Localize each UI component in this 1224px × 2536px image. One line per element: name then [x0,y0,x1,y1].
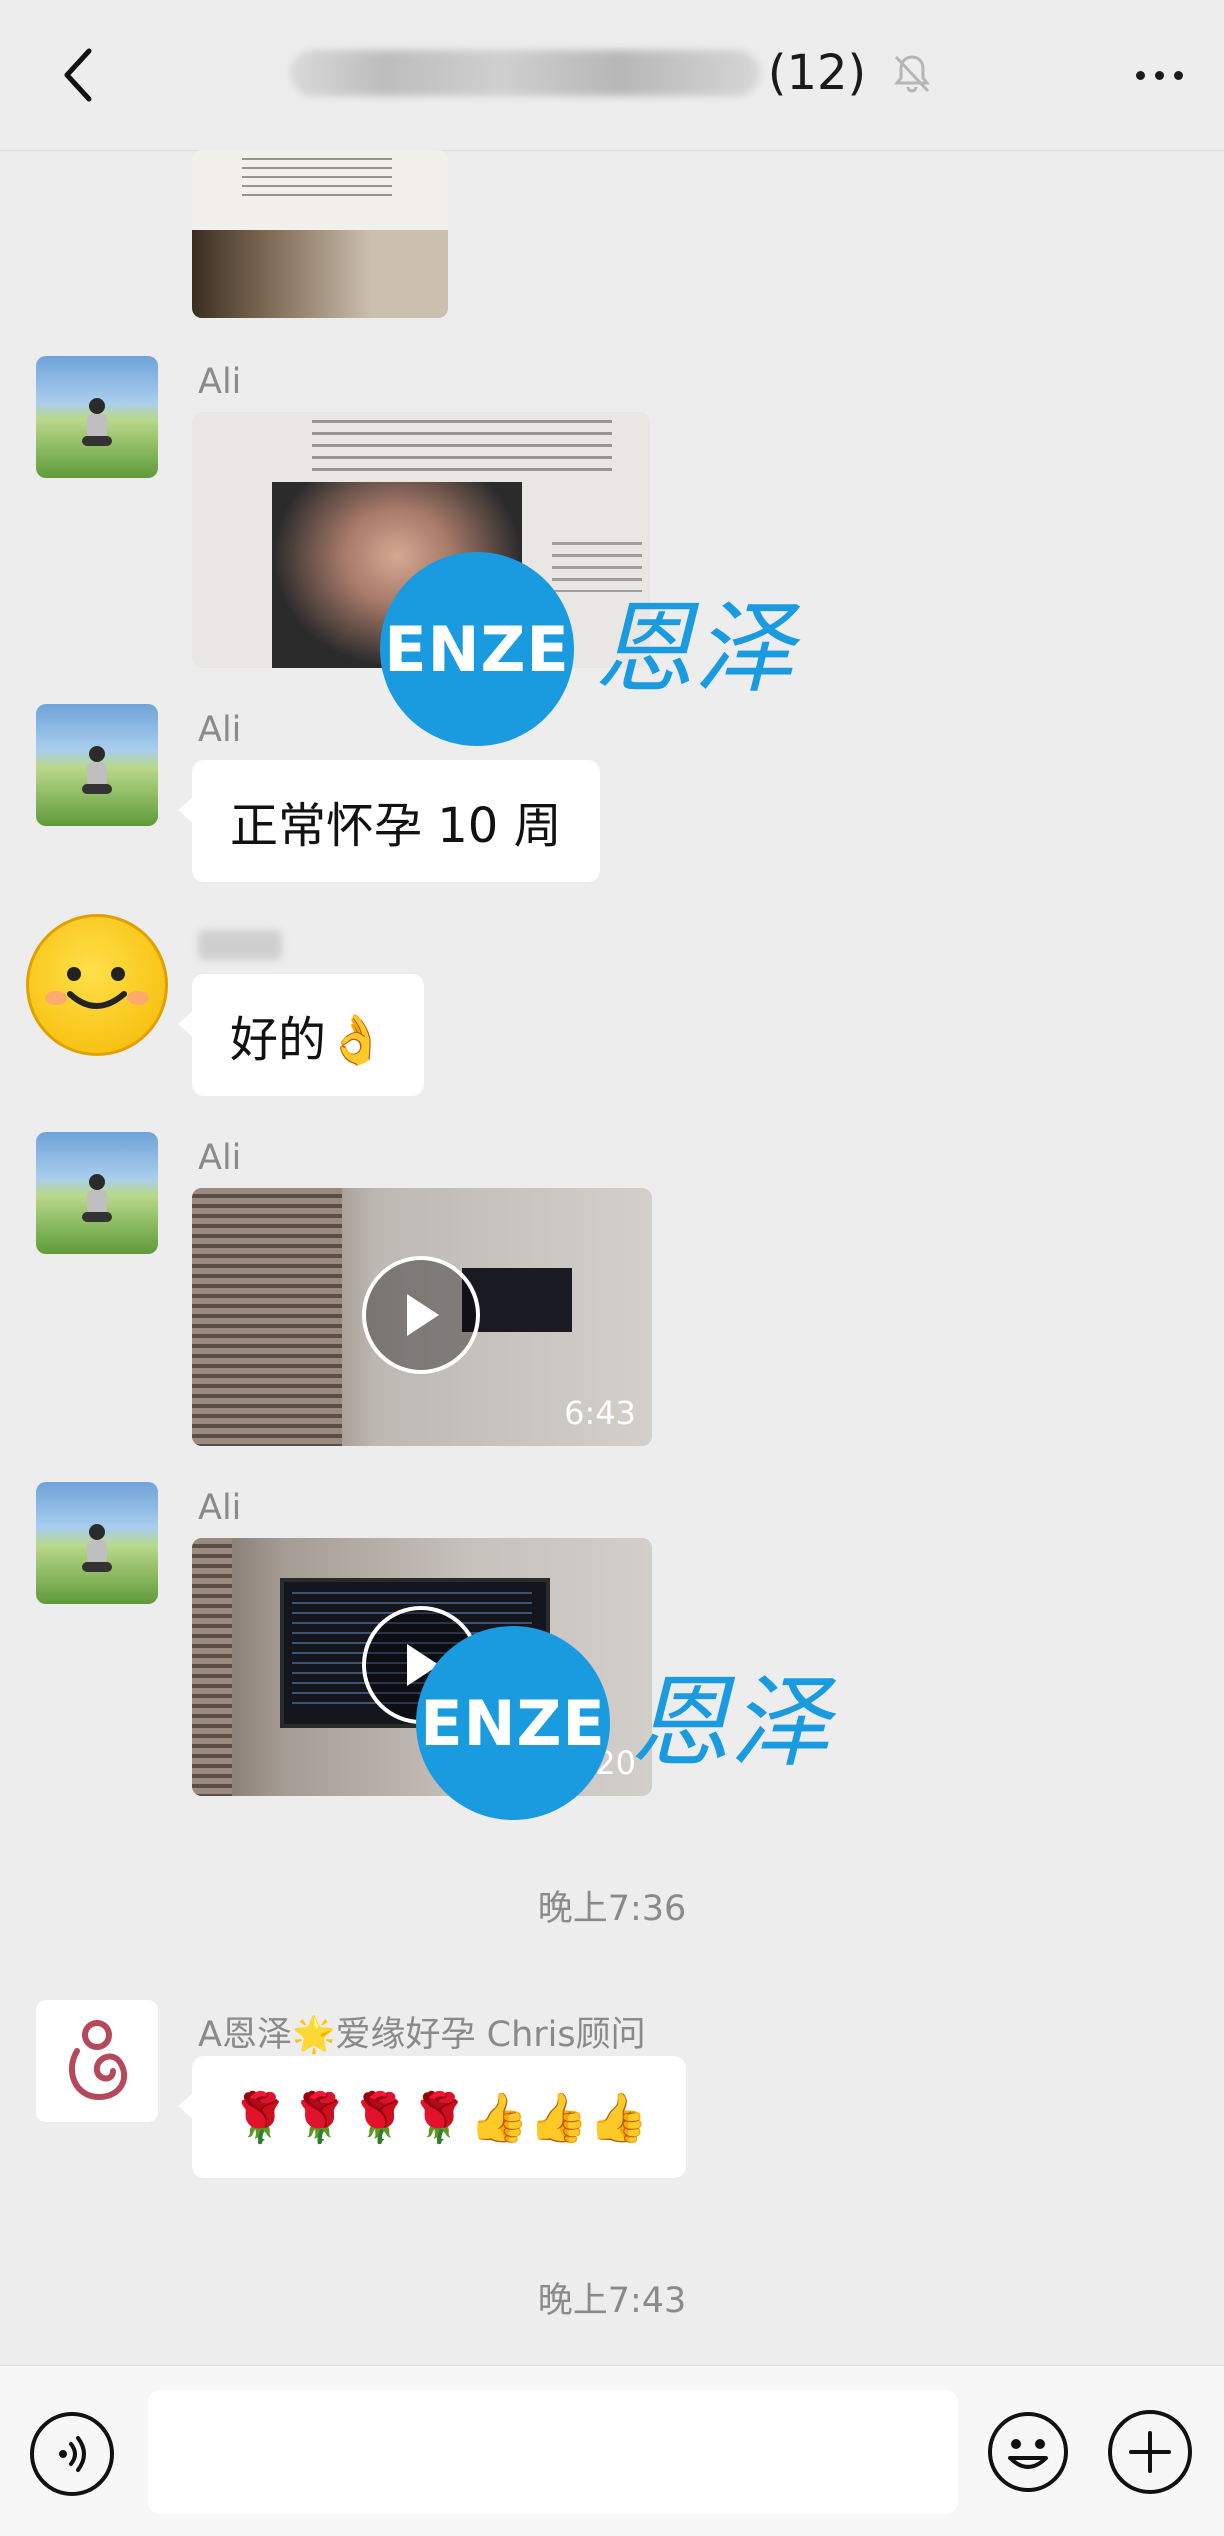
more-dot [1154,70,1164,80]
message-text: 正常怀孕 10 周 [230,798,562,854]
window-blinds [192,1538,232,1796]
plus-button[interactable] [1108,2410,1192,2494]
text-message[interactable]: 正常怀孕 10 周 [178,760,600,882]
message-input[interactable] [148,2390,958,2514]
enze-chinese-text: 恩泽 [630,1663,830,1781]
sender-name-redacted [198,930,282,960]
video-duration: 6:43 [564,1394,636,1432]
avatar[interactable] [36,704,158,826]
document-text-lines [312,420,612,480]
enze-watermark: ENZE 恩泽 [380,552,794,746]
image-message[interactable] [192,150,448,318]
avatar[interactable] [26,914,168,1056]
person-icon [82,1174,112,1222]
input-bar [0,2365,1224,2536]
enze-logo: ENZE [380,552,574,746]
sender-name: Ali [198,1138,242,1178]
more-dot [1135,70,1145,80]
emoji-icon [988,2412,1068,2492]
chat-header: (12) [0,0,1224,151]
group-name-redacted [289,50,760,96]
enze-logo: ENZE [416,1626,610,1820]
document-text-lines [242,158,392,198]
message-text: 🌹🌹🌹🌹👍👍👍 [230,2089,649,2146]
window-blinds [192,1188,342,1446]
more-button[interactable] [1124,40,1194,110]
person-icon [82,746,112,794]
emoji-button[interactable] [986,2410,1070,2494]
smiley-face-icon [45,967,149,1009]
enze-watermark: ENZE 恩泽 [416,1626,830,1820]
member-count: (12) [767,45,867,101]
timestamp: 晚上7:36 [537,1889,687,1929]
timestamp: 晚上7:43 [537,2281,687,2321]
floor-shadow [192,230,448,318]
play-icon [407,1294,439,1336]
sender-name: Ali [198,1488,242,1528]
sender-name: Ali [198,710,242,750]
text-message[interactable]: 好的👌 [178,974,424,1096]
chat-title: (12) [0,38,1224,108]
play-button[interactable] [362,1256,480,1374]
more-dot [1173,70,1183,80]
message-text: 好的👌 [230,1012,386,1068]
person-icon [82,1524,112,1572]
person-icon [82,398,112,446]
bell-off-icon [894,55,931,93]
avatar[interactable] [36,356,158,478]
plus-icon [1129,2431,1171,2473]
sender-name: Ali [198,362,242,402]
avatar[interactable] [36,1132,158,1254]
voice-button[interactable] [30,2412,114,2496]
avatar[interactable] [36,1482,158,1604]
voice-icon [59,2436,86,2472]
mother-baby-logo-icon [69,2020,128,2101]
sender-name: A恩泽🌟爱缘好孕 Chris顾问 [198,2015,646,2055]
video-message[interactable]: 6:43 [192,1188,652,1446]
text-message[interactable]: 🌹🌹🌹🌹👍👍👍 [177,2056,687,2178]
enze-chinese-text: 恩泽 [594,589,794,707]
avatar[interactable] [36,2000,158,2122]
